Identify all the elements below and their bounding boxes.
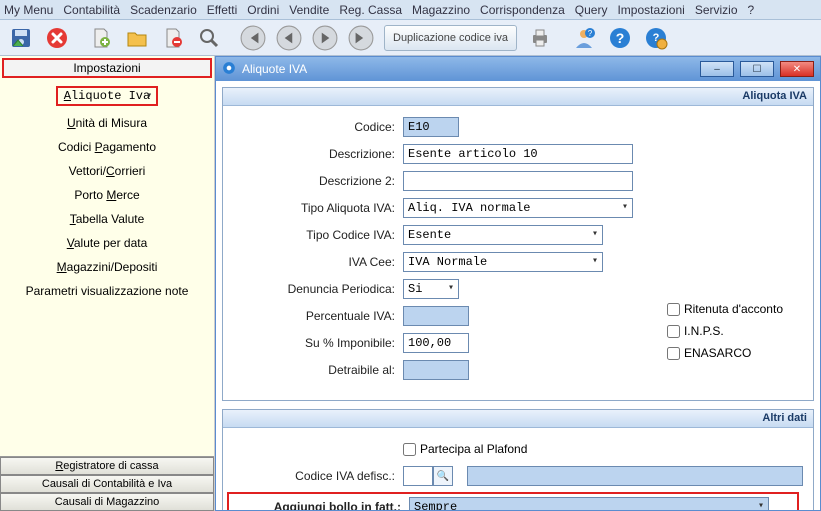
input-codice-iva-defisc-descr[interactable] [467, 466, 803, 486]
select-tipo-aliquota[interactable]: Aliq. IVA normale [403, 198, 633, 218]
label-tipo-aliquota: Tipo Aliquota IVA: [223, 201, 403, 215]
menu-scadenzario[interactable]: Scadenzario [130, 3, 197, 17]
svg-text:?: ? [588, 29, 593, 38]
input-su-imponibile[interactable] [403, 333, 469, 353]
help-user-button[interactable]: ? [567, 23, 601, 53]
sidebar-item-codici-pagamento[interactable]: Codici Pagamento [58, 140, 156, 154]
sidebar-bottom: Registratore di cassa Causali di Contabi… [0, 456, 214, 511]
bottom-causali-magazzino[interactable]: Causali di Magazzino [0, 493, 214, 511]
sidebar-item-tabella-valute[interactable]: Tabella Valute [70, 212, 145, 226]
menu-magazzino[interactable]: Magazzino [412, 3, 470, 17]
sidebar-item-valute-per-data[interactable]: Valute per data [67, 236, 148, 250]
label-codice: Codice: [223, 120, 403, 134]
input-percentuale-iva[interactable] [403, 306, 469, 326]
next-button[interactable] [308, 23, 342, 53]
select-aggiungi-bollo[interactable]: Sempre [409, 497, 769, 510]
first-button[interactable] [236, 23, 270, 53]
label-tipo-codice: Tipo Codice IVA: [223, 228, 403, 242]
minimize-button[interactable]: – [700, 61, 734, 77]
menu-contabilita[interactable]: Contabilità [63, 3, 120, 17]
help-button[interactable]: ? [603, 23, 637, 53]
label-codice-iva-defisc: Codice IVA defisc.: [223, 469, 403, 483]
menu-help[interactable]: ? [748, 3, 755, 17]
select-iva-cee[interactable]: IVA Normale [403, 252, 603, 272]
prev-button[interactable] [272, 23, 306, 53]
sidebar-item-aliquote-iva[interactable]: Aliquote Iva [56, 86, 158, 106]
menu-mymenu[interactable]: My Menu [4, 3, 53, 17]
checkbox-ritenuta[interactable]: Ritenuta d'acconto [667, 302, 783, 316]
sidebar: Impostazioni Aliquote Iva Unità di Misur… [0, 56, 215, 511]
last-button[interactable] [344, 23, 378, 53]
label-iva-cee: IVA Cee: [223, 255, 403, 269]
label-denuncia-periodica: Denuncia Periodica: [223, 282, 403, 296]
checkbox-inps[interactable]: I.N.P.S. [667, 324, 783, 338]
bottom-causali-contabilita-iva[interactable]: Causali di Contabilità e Iva [0, 475, 214, 493]
label-descrizione2: Descrizione 2: [223, 174, 403, 188]
sidebar-item-unita-misura[interactable]: Unità di Misura [67, 116, 147, 130]
search-button[interactable] [192, 23, 226, 53]
cancel-button[interactable] [40, 23, 74, 53]
input-descrizione[interactable] [403, 144, 633, 164]
group-aliquota-iva: Aliquota IVA Codice: Descrizione: Descri… [222, 87, 814, 401]
checkbox-plafond[interactable]: Partecipa al Plafond [403, 442, 527, 456]
new-button[interactable] [84, 23, 118, 53]
input-detraibile-al[interactable] [403, 360, 469, 380]
titlebar: Aliquote IVA – ☐ ✕ [216, 57, 820, 81]
menu-ordini[interactable]: Ordini [247, 3, 279, 17]
input-codice[interactable] [403, 117, 459, 137]
group-aliquota-iva-header: Aliquota IVA [223, 88, 813, 106]
menu-impostazioni[interactable]: Impostazioni [617, 3, 684, 17]
toolbar: Duplicazione codice iva ? ? ? [0, 20, 821, 56]
input-codice-iva-defisc[interactable] [403, 466, 433, 486]
window-title: Aliquote IVA [242, 62, 307, 76]
menu-vendite[interactable]: Vendite [289, 3, 329, 17]
print-button[interactable] [523, 23, 557, 53]
menu-effetti[interactable]: Effetti [207, 3, 237, 17]
sidebar-item-parametri-note[interactable]: Parametri visualizzazione note [26, 284, 189, 298]
sidebar-header: Impostazioni [2, 58, 212, 78]
bottom-registratore-cassa[interactable]: Registratore di cassa [0, 457, 214, 475]
lookup-codice-defisc-button[interactable]: 🔍 [433, 466, 453, 486]
open-button[interactable] [120, 23, 154, 53]
label-descrizione: Descrizione: [223, 147, 403, 161]
label-su-imponibile: Su % Imponibile: [223, 336, 403, 350]
group-altri-dati-header: Altri dati [223, 410, 813, 428]
input-descrizione2[interactable] [403, 171, 633, 191]
menubar: My Menu Contabilità Scadenzario Effetti … [0, 0, 821, 20]
menu-regcassa[interactable]: Reg. Cassa [339, 3, 402, 17]
menu-servizio[interactable]: Servizio [695, 3, 738, 17]
svg-text:?: ? [616, 30, 625, 46]
close-button[interactable]: ✕ [780, 61, 814, 77]
aliquote-iva-window: Aliquote IVA – ☐ ✕ Aliquota IVA Codice: [215, 56, 821, 511]
sidebar-item-vettori-corrieri[interactable]: Vettori/Corrieri [69, 164, 146, 178]
help-settings-button[interactable]: ? [639, 23, 673, 53]
select-tipo-codice[interactable]: Esente [403, 225, 603, 245]
duplicate-iva-button[interactable]: Duplicazione codice iva [384, 25, 517, 51]
maximize-button[interactable]: ☐ [740, 61, 774, 77]
label-aggiungi-bollo: Aggiungi bollo in fatt.: [229, 500, 409, 510]
label-percentuale-iva: Percentuale IVA: [223, 309, 403, 323]
menu-query[interactable]: Query [575, 3, 608, 17]
window-icon [222, 61, 236, 78]
save-button[interactable] [4, 23, 38, 53]
select-denuncia-periodica[interactable]: Si [403, 279, 459, 299]
menu-corrispondenza[interactable]: Corrispondenza [480, 3, 565, 17]
sidebar-item-porto-merce[interactable]: Porto Merce [74, 188, 139, 202]
sidebar-nav: Aliquote Iva Unità di Misura Codici Paga… [0, 82, 214, 511]
delete-button[interactable] [156, 23, 190, 53]
group-altri-dati: Altri dati Partecipa al Plafond Codice I… [222, 409, 814, 510]
label-detraibile-al: Detraibile al: [223, 363, 403, 377]
sidebar-item-magazzini-depositi[interactable]: Magazzini/Depositi [57, 260, 158, 274]
checkbox-enasarco[interactable]: ENASARCO [667, 346, 783, 360]
